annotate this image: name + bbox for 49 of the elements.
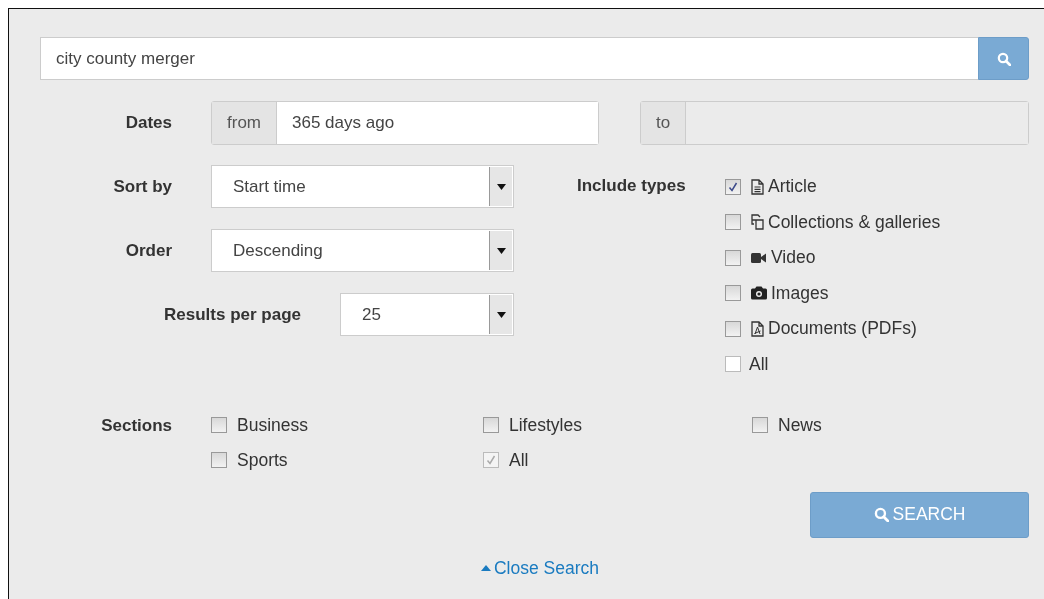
field-label: Sort by bbox=[112, 176, 172, 197]
field-label: Dates bbox=[124, 113, 172, 133]
option-label: Sports bbox=[237, 449, 288, 471]
checkbox[interactable] bbox=[725, 356, 741, 372]
option-label: Images bbox=[771, 282, 829, 304]
copy-icon bbox=[751, 214, 764, 230]
dropdown[interactable]: Start time bbox=[211, 165, 514, 208]
option-label: News bbox=[778, 414, 822, 436]
check-icon bbox=[728, 181, 738, 192]
checkbox[interactable] bbox=[725, 320, 741, 337]
option-label: Documents (PDFs) bbox=[768, 318, 917, 339]
caret-icon bbox=[496, 311, 506, 318]
close-search-link[interactable]: Close Search bbox=[480, 557, 600, 579]
option-label: Collections & galleries bbox=[768, 211, 941, 233]
search-icon bbox=[873, 507, 889, 522]
caret-up-icon bbox=[480, 565, 491, 571]
option-label: Lifestyles bbox=[509, 414, 582, 436]
check-icon bbox=[486, 455, 496, 465]
date-to-field[interactable]: to bbox=[640, 101, 1029, 145]
checkbox[interactable] bbox=[725, 214, 741, 230]
checkbox[interactable] bbox=[211, 452, 227, 468]
date-from-field[interactable]: from 365 days ago bbox=[211, 101, 599, 145]
caret-icon bbox=[496, 247, 506, 254]
option-label: Article bbox=[768, 176, 817, 197]
checkbox[interactable] bbox=[752, 417, 768, 433]
addon-label: from bbox=[212, 102, 277, 144]
search-field[interactable]: city county merger bbox=[40, 37, 978, 80]
field-label: Sections bbox=[100, 414, 172, 436]
dropdown[interactable]: 25 bbox=[340, 293, 514, 336]
search-icon bbox=[996, 51, 1011, 66]
checkbox[interactable] bbox=[725, 285, 741, 301]
checkbox[interactable] bbox=[725, 178, 741, 195]
caret-icon bbox=[496, 183, 506, 190]
dropdown[interactable]: Descending bbox=[211, 229, 514, 272]
document-icon bbox=[751, 178, 764, 195]
field-label: Order bbox=[124, 240, 172, 261]
checkbox[interactable] bbox=[483, 417, 499, 433]
option-label: All bbox=[749, 353, 769, 375]
option-label: Business bbox=[237, 414, 308, 436]
checkbox[interactable] bbox=[211, 417, 227, 433]
option-label: All bbox=[509, 449, 529, 471]
addon-label: to bbox=[641, 102, 687, 144]
checkbox[interactable] bbox=[725, 249, 741, 266]
search-button[interactable] bbox=[978, 37, 1029, 80]
field-label: Include types bbox=[577, 176, 687, 196]
pdf-file-icon bbox=[751, 320, 764, 337]
camera-icon bbox=[751, 285, 767, 301]
option-label: Video bbox=[771, 247, 816, 268]
field-label: Results per page bbox=[163, 304, 301, 325]
